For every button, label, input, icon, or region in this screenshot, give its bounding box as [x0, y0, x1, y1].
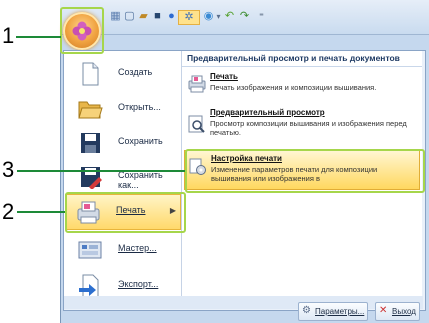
- callout-box-orb: [60, 7, 104, 54]
- menu-item-open[interactable]: Открыть...: [66, 91, 180, 127]
- close-icon: ✕: [379, 305, 388, 316]
- customize-toolbar-icon[interactable]: ⁼: [255, 10, 268, 23]
- exit-button[interactable]: ✕ Выход: [375, 302, 420, 321]
- submenu-item-preview[interactable]: Предварительный просмотр Просмотр композ…: [184, 107, 420, 147]
- parameters-button[interactable]: ⚙ Параметры...: [298, 302, 369, 321]
- callout-box-print: [65, 192, 186, 233]
- callout-number-3: 3: [2, 157, 15, 182]
- quick-access-toolbar: ▦ ▢ ▰ ■ ● ✲ ◉ ▾ ↶ ↷ ⁼: [60, 0, 429, 35]
- undo-icon[interactable]: ↶: [223, 10, 236, 23]
- open-folder-icon[interactable]: ▰: [137, 10, 150, 23]
- folder-open-icon: [78, 101, 103, 119]
- callout-line-2: [17, 211, 65, 213]
- gear-highlight-icon[interactable]: ✲: [178, 10, 200, 25]
- wizard-icon: [78, 241, 102, 259]
- callout-line-1: [16, 36, 61, 38]
- gear-icon: ⚙: [302, 305, 311, 316]
- menu-item-new[interactable]: Создать: [66, 56, 180, 92]
- save-icon[interactable]: ■: [151, 10, 164, 23]
- callout-line-3: [17, 170, 185, 172]
- save-icon: [81, 133, 100, 153]
- print-icon: [188, 75, 206, 93]
- circle-blue-icon[interactable]: ●: [165, 10, 178, 23]
- menu-item-wizard[interactable]: Мастер...: [66, 232, 180, 268]
- grid-icon[interactable]: ▦: [109, 10, 122, 23]
- export-icon: [79, 274, 99, 298]
- redo-icon[interactable]: ↷: [238, 10, 251, 23]
- callout-number-1: 1: [2, 23, 15, 48]
- new-file-icon[interactable]: ▢: [123, 10, 136, 23]
- callout-box-print-setup: [185, 149, 425, 193]
- submenu-item-print[interactable]: Печать Печать изображения и композиции в…: [184, 71, 420, 107]
- menu-item-save-as[interactable]: Сохранить как...: [66, 159, 180, 195]
- menu-item-save[interactable]: Сохранить: [66, 125, 180, 161]
- preview-magnifier-icon: [188, 115, 205, 133]
- submenu-header: Предварительный просмотр и печать докуме…: [182, 53, 422, 67]
- save-as-icon: [81, 167, 102, 189]
- new-document-icon: [82, 62, 99, 86]
- callout-number-2: 2: [2, 199, 15, 224]
- menu-bottom-strip: [64, 296, 423, 309]
